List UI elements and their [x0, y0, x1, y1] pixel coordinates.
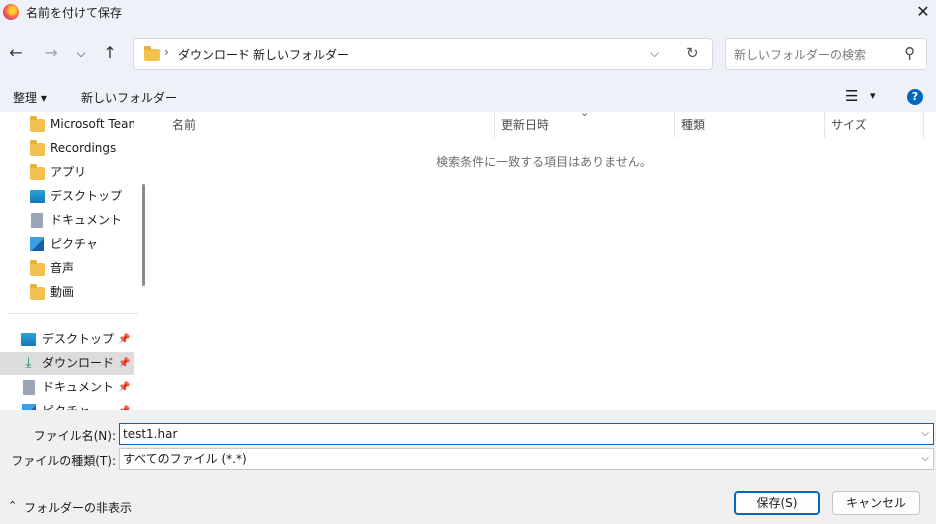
- column-divider[interactable]: [923, 112, 924, 138]
- filetype-dropdown-chevron-icon[interactable]: ⌵: [921, 449, 929, 469]
- column-header-type[interactable]: 種類: [675, 112, 825, 138]
- window-title: 名前を付けて保存: [26, 6, 123, 20]
- sidebar-item-label: デスクトップ: [42, 332, 115, 346]
- folder-icon: [30, 140, 45, 156]
- pin-icon[interactable]: 📌: [118, 376, 130, 399]
- sidebar-item-recordings[interactable]: Recordings: [0, 137, 134, 160]
- recent-locations-chevron-icon[interactable]: ⌵: [70, 41, 92, 65]
- sidebar-item-apps[interactable]: アプリ: [0, 161, 134, 184]
- navigation-pane[interactable]: Microsoft Teams Recordings アプリ デスクトップ ドキ…: [0, 112, 152, 410]
- quick-access-pictures[interactable]: ピクチャ 📌: [0, 400, 134, 410]
- close-icon[interactable]: ✕: [910, 0, 936, 26]
- sidebar-item-label: 音声: [50, 261, 75, 275]
- new-folder-button[interactable]: 新しいフォルダー: [81, 89, 177, 106]
- sidebar-item-label: ドキュメント: [42, 380, 115, 394]
- folder-icon: [30, 164, 45, 180]
- search-input[interactable]: 新しいフォルダーの検索: [734, 46, 866, 63]
- folder-icon: [30, 260, 45, 276]
- sidebar-item-label: Microsoft Teams: [50, 117, 134, 131]
- cancel-button[interactable]: キャンセル: [832, 491, 920, 515]
- column-header-name[interactable]: 名前: [166, 112, 494, 138]
- filename-value: test1.har: [123, 427, 178, 441]
- view-dropdown-chevron-icon[interactable]: ▾: [870, 89, 876, 102]
- pin-icon[interactable]: 📌: [118, 328, 130, 351]
- desktop-icon: [21, 333, 36, 346]
- sidebar-item-videos[interactable]: 動画: [0, 281, 134, 304]
- sidebar-scrollbar[interactable]: [142, 184, 145, 286]
- sidebar-item-label: 動画: [50, 285, 75, 299]
- quick-access-documents[interactable]: ドキュメント 📌: [0, 376, 134, 399]
- hide-folders-button[interactable]: フォルダーの非表示: [24, 499, 132, 516]
- sidebar-divider: [8, 313, 138, 314]
- filename-label: ファイル名(N):: [33, 429, 116, 443]
- sort-chevron-icon: ⌄: [580, 106, 590, 119]
- sidebar-item-pictures[interactable]: ピクチャ: [0, 233, 134, 256]
- back-arrow-icon[interactable]: ←: [5, 41, 27, 65]
- search-box[interactable]: 新しいフォルダーの検索 ⚲: [725, 38, 927, 70]
- sidebar-item-microsoft-teams[interactable]: Microsoft Teams: [0, 113, 134, 136]
- folder-icon: [144, 46, 160, 61]
- sidebar-item-label: ドキュメント: [50, 213, 123, 227]
- address-bar[interactable]: › ダウンロード › 新しいフォルダー ⌵ ↻: [133, 38, 713, 70]
- picture-icon: [30, 237, 44, 251]
- organize-button[interactable]: 整理 ▾: [13, 89, 47, 106]
- sidebar-item-desktop[interactable]: デスクトップ: [0, 185, 134, 208]
- column-header-size[interactable]: サイズ: [825, 112, 923, 138]
- breadcrumb-separator: ›: [239, 45, 244, 59]
- collapse-caret-icon[interactable]: ⌃: [8, 499, 17, 512]
- help-icon[interactable]: ?: [907, 89, 923, 105]
- sidebar-item-music[interactable]: 音声: [0, 257, 134, 280]
- sidebar-item-label: デスクトップ: [50, 189, 123, 203]
- refresh-icon[interactable]: ↻: [686, 44, 699, 62]
- breadcrumb-new-folder[interactable]: 新しいフォルダー: [253, 46, 349, 63]
- pin-icon[interactable]: 📌: [118, 352, 130, 375]
- download-icon: ⤓: [25, 355, 32, 371]
- filetype-value: すべてのファイル (*.*): [123, 452, 247, 466]
- folder-icon: [30, 116, 45, 132]
- document-icon: [31, 213, 43, 228]
- empty-results-message: 検索条件に一致する項目はありません。: [436, 155, 652, 169]
- desktop-icon: [30, 190, 45, 203]
- up-arrow-icon[interactable]: ↑: [99, 41, 121, 65]
- quick-access-downloads[interactable]: ⤓ ダウンロード 📌: [0, 352, 134, 375]
- sidebar-item-label: ピクチャ: [42, 400, 90, 410]
- sidebar-item-label: アプリ: [50, 165, 87, 179]
- document-icon: [23, 380, 35, 395]
- search-icon[interactable]: ⚲: [904, 44, 915, 62]
- view-options-icon[interactable]: ☰: [845, 87, 858, 105]
- firefox-icon: [3, 4, 19, 20]
- title-bar: [0, 0, 936, 26]
- sidebar-item-label: ダウンロード: [42, 356, 115, 370]
- forward-arrow-icon[interactable]: →: [40, 41, 62, 65]
- save-button[interactable]: 保存(S): [734, 491, 820, 515]
- sidebar-item-label: Recordings: [50, 141, 117, 155]
- pin-icon[interactable]: 📌: [118, 400, 130, 410]
- quick-access-desktop[interactable]: デスクトップ 📌: [0, 328, 134, 351]
- filename-input[interactable]: test1.har ⌵: [119, 423, 934, 445]
- filename-dropdown-chevron-icon[interactable]: ⌵: [921, 424, 929, 444]
- address-dropdown-chevron-icon[interactable]: ⌵: [650, 46, 659, 61]
- sidebar-item-label: ピクチャ: [50, 237, 98, 251]
- sidebar-item-documents[interactable]: ドキュメント: [0, 209, 134, 232]
- breadcrumb-separator: ›: [164, 45, 169, 59]
- filetype-label: ファイルの種類(T):: [11, 454, 116, 468]
- folder-icon: [30, 284, 45, 300]
- filetype-select[interactable]: すべてのファイル (*.*) ⌵: [119, 448, 934, 470]
